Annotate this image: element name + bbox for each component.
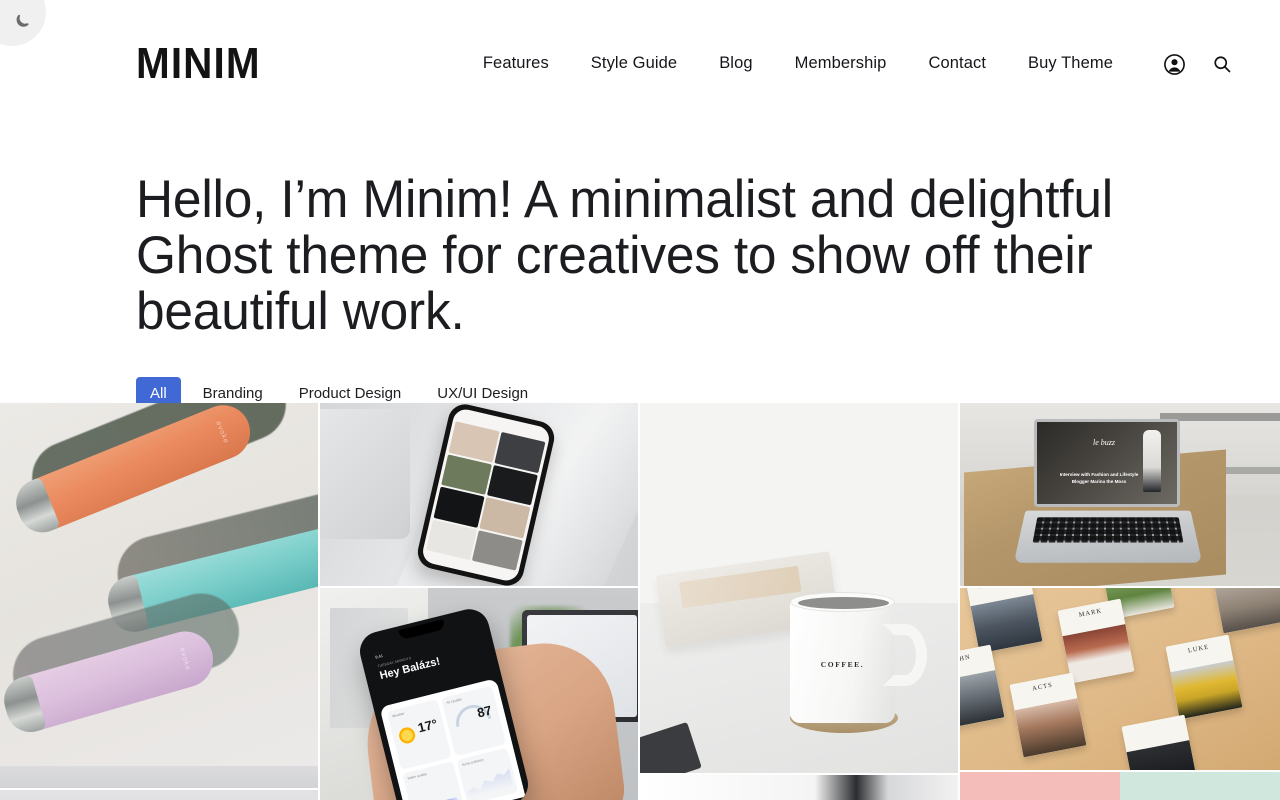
nav-item-buy-theme[interactable]: Buy Theme	[1007, 48, 1134, 80]
water-bottles-photo: evoke evoke evoke	[0, 403, 318, 788]
page-root: MINIM Features Style Guide Blog Membersh…	[0, 0, 1280, 800]
booklet-title-acts: ACTS	[1031, 681, 1054, 693]
phone-on-desk-photo	[320, 403, 638, 586]
mug-label: COFFEE.	[820, 660, 865, 669]
gallery-column-4: le buzz Interview with Fashion and Lifes…	[960, 403, 1280, 800]
phone-noise-label: Noise pollution	[461, 757, 484, 768]
nav-item-contact[interactable]: Contact	[907, 48, 1007, 80]
gallery-column-2: 9:41 TUESDAY, MARCH 5 Hey Balázs! Weathe…	[320, 403, 638, 800]
gallery-item-booklet-covers[interactable]: MATTHEW MARK LUKE JOHN ACTS REVELATION	[960, 588, 1280, 770]
laptop-screen-brand: le buzz	[1093, 438, 1115, 447]
page-title: Hello, I’m Minim! A minimalist and delig…	[136, 170, 1114, 342]
gallery-item-next-row-4[interactable]	[960, 772, 1280, 800]
main-navigation: Features Style Guide Blog Membership Con…	[462, 46, 1240, 82]
next-row-swatch-pink	[960, 772, 1120, 800]
site-header: MINIM Features Style Guide Blog Membersh…	[0, 0, 1280, 128]
laptop-screen-headline: Interview with Fashion and Lifestyle Blo…	[1059, 472, 1139, 484]
gallery-column-1: evoke evoke evoke	[0, 403, 318, 800]
site-logo[interactable]: MINIM	[136, 42, 261, 86]
next-row-swatch-mint	[1120, 772, 1280, 800]
gallery-item-next-row-3[interactable]	[640, 775, 958, 800]
gallery-item-next-row-1[interactable]	[0, 790, 318, 800]
account-icon[interactable]	[1156, 46, 1192, 82]
gallery-item-coffee-mug[interactable]: COFFEE.	[640, 403, 958, 773]
nav-item-blog[interactable]: Blog	[698, 48, 773, 80]
sun-icon	[397, 725, 417, 746]
phone-weather-value: 17°	[416, 716, 439, 736]
laptop-workbench-photo: le buzz Interview with Fashion and Lifes…	[960, 403, 1280, 586]
gallery-item-laptop-workbench[interactable]: le buzz Interview with Fashion and Lifes…	[960, 403, 1280, 586]
booklet-title-matthew: MATTHEW	[966, 588, 1030, 593]
search-icon[interactable]	[1204, 46, 1240, 82]
phone-in-hand-photo: 9:41 TUESDAY, MARCH 5 Hey Balázs! Weathe…	[320, 588, 638, 800]
booklet-covers-photo: MATTHEW MARK LUKE JOHN ACTS REVELATION	[960, 588, 1280, 770]
phone-water-label: Water quality	[407, 771, 428, 781]
gallery-item-water-bottles[interactable]: evoke evoke evoke	[0, 403, 318, 788]
booklet-title-luke: LUKE	[1187, 643, 1210, 655]
booklet-title-mark: MARK	[1078, 607, 1103, 619]
phone-air-quality-card: Air Quality 87	[441, 685, 507, 757]
nav-item-membership[interactable]: Membership	[774, 48, 908, 80]
phone-noise-card: Noise pollution	[456, 747, 519, 800]
booklet-title-revelation: REVELATION	[1128, 720, 1181, 738]
booklet-title-john: JOHN	[960, 653, 972, 665]
phone-weather-card: Weather 17°	[386, 699, 452, 770]
phone-air-label: Air Quality	[445, 697, 463, 705]
nav-item-features[interactable]: Features	[462, 48, 570, 80]
hero-section: Hello, I’m Minim! A minimalist and delig…	[0, 128, 1280, 341]
portfolio-gallery: evoke evoke evoke	[0, 403, 1280, 800]
phone-weather-label: Weather	[391, 711, 405, 719]
moon-icon	[14, 13, 30, 29]
gallery-item-phone-on-desk[interactable]	[320, 403, 638, 586]
nav-item-style-guide[interactable]: Style Guide	[570, 48, 698, 80]
gallery-column-3: COFFEE.	[640, 403, 958, 800]
coffee-mug-photo: COFFEE.	[640, 403, 958, 773]
portfolio-filter-bar: All Branding Product Design UX/UI Design	[0, 341, 1280, 410]
gallery-item-phone-in-hand[interactable]: 9:41 TUESDAY, MARCH 5 Hey Balázs! Weathe…	[320, 588, 638, 800]
